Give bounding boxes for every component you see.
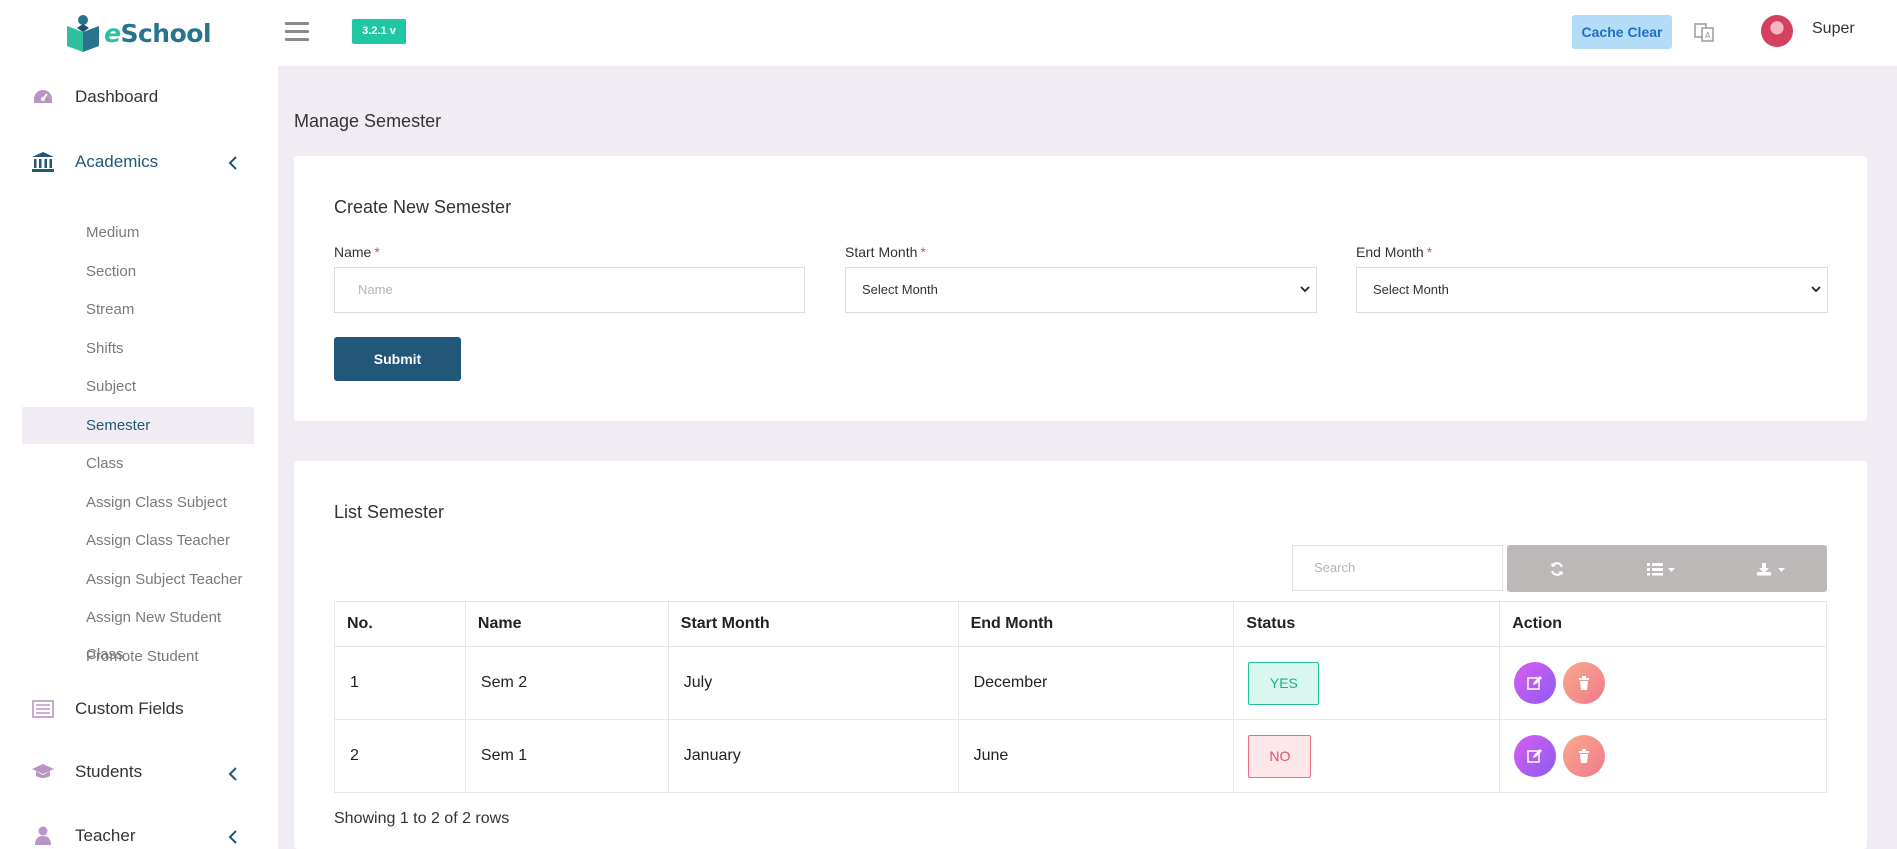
delete-button[interactable]: [1563, 662, 1606, 704]
sidebar-item-assign-new-student-class[interactable]: Assign New Student Class: [22, 599, 254, 663]
user-name[interactable]: Super: [1812, 20, 1855, 38]
sidebar-item-medium[interactable]: Medium: [22, 214, 254, 251]
sidebar-item-assign-subject-teacher[interactable]: Assign Subject Teacher: [22, 561, 254, 598]
edit-button[interactable]: [1514, 735, 1557, 777]
submit-button[interactable]: Submit: [334, 337, 461, 381]
language-icon[interactable]: A: [1694, 22, 1714, 42]
avatar[interactable]: [1761, 15, 1793, 47]
sidebar-item-label: Custom Fields: [75, 699, 184, 718]
sidebar-item-section[interactable]: Section: [22, 253, 254, 290]
pagination-info: Showing 1 to 2 of 2 rows: [334, 810, 510, 827]
list-title: List Semester: [334, 502, 445, 522]
form-title: Create New Semester: [334, 197, 512, 217]
start-month-select[interactable]: Select Month: [845, 267, 1317, 313]
cell-status: YES: [1233, 646, 1501, 720]
logo-icon: [67, 15, 99, 52]
sidebar-item-assign-class-subject[interactable]: Assign Class Subject: [22, 484, 254, 521]
cell-name: Sem 1: [464, 719, 669, 793]
semester-table: No. Name Start Month End Month Status Ac…: [334, 601, 1827, 793]
user-icon: [30, 825, 56, 847]
column-header[interactable]: End Month: [957, 601, 1235, 647]
version-badge: 3.2.1 v: [352, 19, 406, 44]
sidebar-item-custom-fields[interactable]: Custom Fields: [30, 698, 184, 720]
bank-icon: [30, 151, 56, 173]
start-month-label: Start Month *: [845, 244, 926, 260]
cell-end-month: June: [957, 719, 1235, 793]
end-month-label: End Month *: [1356, 244, 1433, 260]
cell-action: [1499, 719, 1827, 793]
svg-text:A: A: [1705, 31, 1711, 40]
table-header-row: No. Name Start Month End Month Status Ac…: [334, 601, 1827, 647]
chevron-left-icon[interactable]: [228, 830, 238, 844]
logo-text: eSchool: [104, 18, 212, 48]
sidebar-item-label: Students: [75, 762, 143, 781]
trash-icon: [1579, 749, 1590, 763]
sidebar-item-subject[interactable]: Subject: [22, 368, 254, 405]
table-row: 1 Sem 2 July December YES: [334, 646, 1827, 720]
sidebar-item-assign-class-teacher[interactable]: Assign Class Teacher: [22, 522, 254, 559]
table-row: 2 Sem 1 January June NO: [334, 719, 1827, 793]
cell-no: 2: [334, 719, 466, 793]
cell-status: NO: [1233, 719, 1501, 793]
column-header[interactable]: Status: [1233, 601, 1501, 647]
cell-start-month: January: [667, 719, 959, 793]
table-toolbar: [1507, 545, 1827, 592]
top-bar: eSchool 3.2.1 v Cache Clear A Super: [0, 0, 1897, 66]
sidebar-item-shifts[interactable]: Shifts: [22, 330, 254, 367]
chevron-down-icon: [1811, 286, 1821, 293]
edit-icon: [1527, 676, 1543, 690]
column-header[interactable]: Start Month: [667, 601, 959, 647]
cell-no: 1: [334, 646, 466, 720]
edit-button[interactable]: [1514, 662, 1557, 704]
name-label: Name *: [334, 244, 380, 260]
column-header[interactable]: Name: [464, 601, 669, 647]
sidebar-item-label: Dashboard: [75, 87, 159, 106]
sidebar: Dashboard Academics Medium Section Stream S…: [0, 66, 278, 849]
logo[interactable]: eSchool: [63, 12, 212, 54]
sidebar-item-promote-student[interactable]: Promote Student: [22, 638, 254, 675]
sidebar-item-stream[interactable]: Stream: [22, 291, 254, 328]
sidebar-item-teacher[interactable]: Teacher: [30, 825, 135, 847]
chevron-left-icon[interactable]: [228, 156, 238, 170]
delete-button[interactable]: [1563, 735, 1606, 777]
sidebar-item-dashboard[interactable]: Dashboard: [30, 86, 158, 108]
chevron-down-icon: [1300, 286, 1310, 293]
status-badge: YES: [1248, 661, 1320, 705]
name-input[interactable]: Name: [334, 267, 805, 313]
sidebar-item-class[interactable]: Class: [22, 445, 254, 482]
columns-icon: [1647, 562, 1675, 575]
cell-name: Sem 2: [464, 646, 669, 720]
dashboard-icon: [30, 86, 56, 108]
download-icon: [1757, 562, 1785, 575]
sidebar-item-students[interactable]: Students: [30, 761, 142, 783]
cell-end-month: December: [957, 646, 1235, 720]
column-header[interactable]: No.: [334, 601, 466, 647]
refresh-button[interactable]: [1507, 545, 1607, 592]
end-month-select[interactable]: Select Month: [1356, 267, 1828, 313]
cell-start-month: July: [667, 646, 959, 720]
sidebar-item-label: Academics: [75, 152, 159, 171]
trash-icon: [1579, 676, 1590, 690]
export-button[interactable]: [1717, 545, 1827, 592]
sidebar-item-academics[interactable]: Academics: [30, 151, 158, 173]
search-input[interactable]: Search: [1292, 545, 1503, 591]
edit-icon: [1527, 749, 1543, 763]
column-header: Action: [1499, 601, 1827, 647]
list-icon: [30, 698, 56, 720]
refresh-icon: [1551, 561, 1563, 576]
columns-button[interactable]: [1607, 545, 1717, 592]
cache-clear-button[interactable]: Cache Clear: [1572, 15, 1672, 49]
sidebar-item-semester[interactable]: Semester: [22, 407, 254, 444]
page-title: Manage Semester: [294, 111, 442, 131]
status-badge: NO: [1248, 734, 1312, 778]
chevron-left-icon[interactable]: [228, 767, 238, 781]
sidebar-item-label: Teacher: [75, 826, 136, 845]
menu-toggle-icon[interactable]: [285, 22, 309, 42]
graduation-cap-icon: [30, 761, 56, 783]
cell-action: [1499, 646, 1827, 720]
